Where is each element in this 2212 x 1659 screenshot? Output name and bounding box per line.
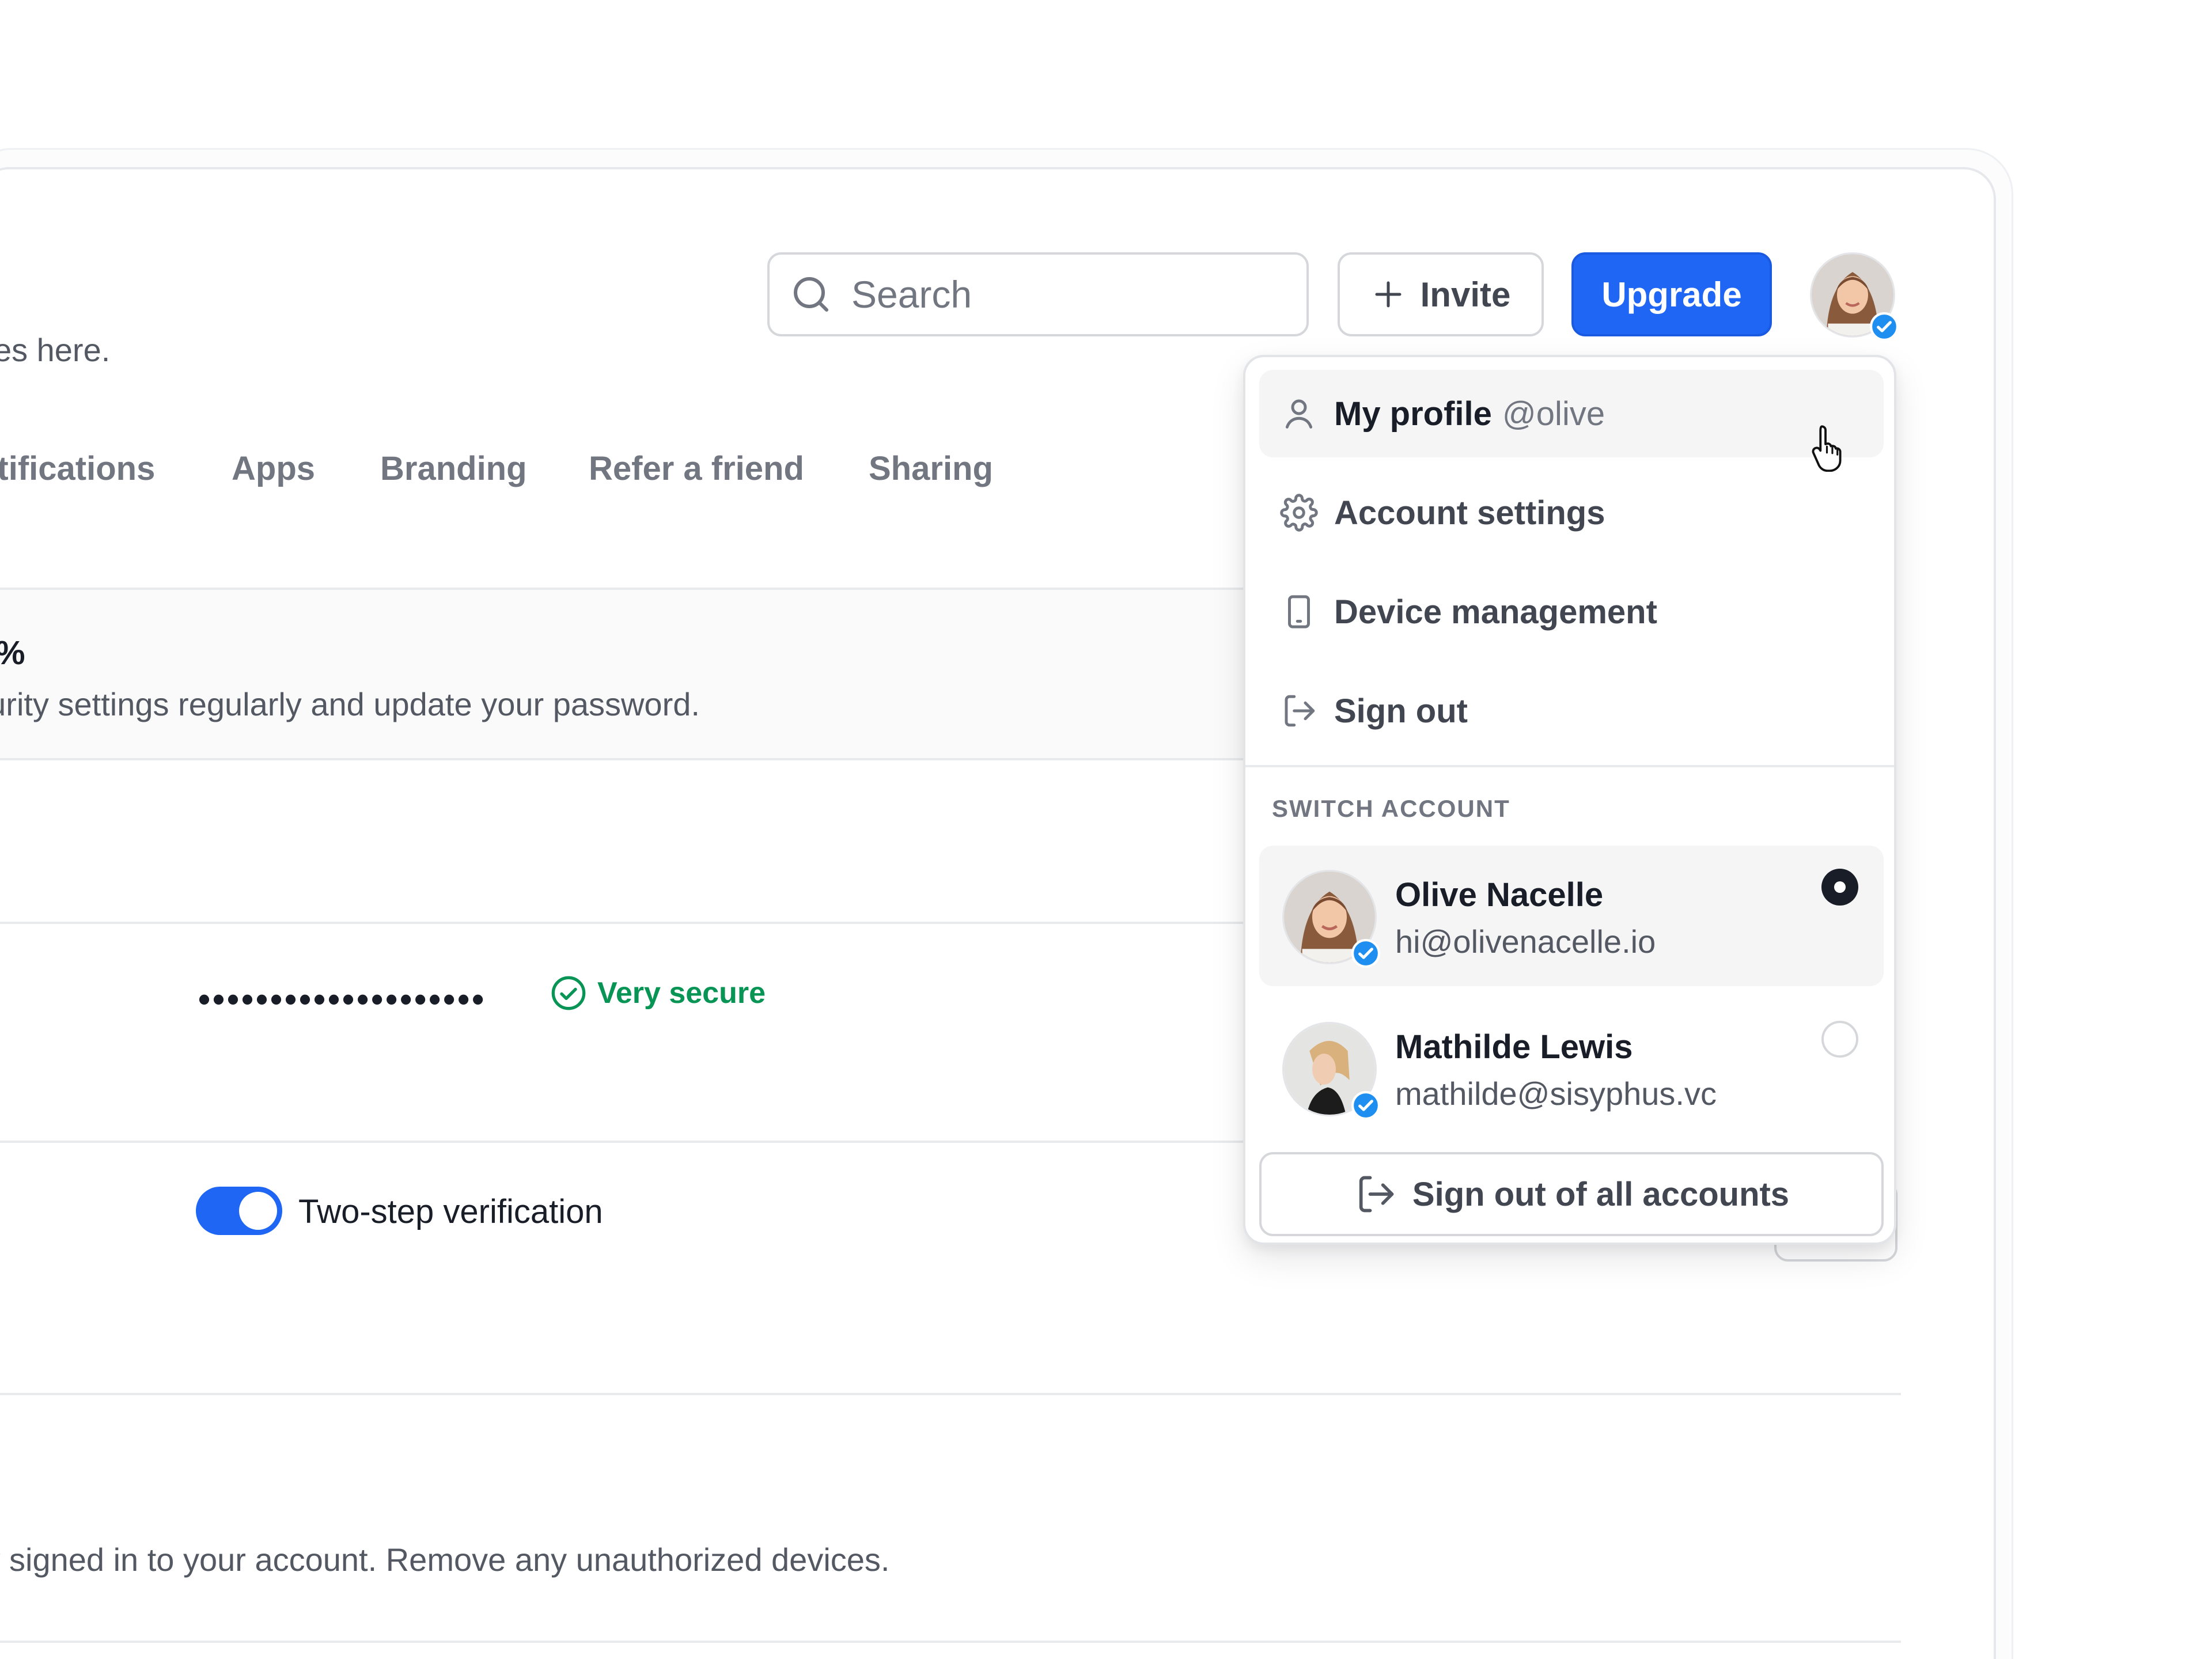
verified-badge-icon	[1351, 1091, 1380, 1120]
divider	[0, 1393, 1901, 1395]
two-step-toggle[interactable]	[196, 1187, 282, 1235]
divider	[0, 1141, 1267, 1143]
password-value: ••••••••••••••••••••	[198, 980, 487, 1018]
account-email: mathilde@sisyphus.vc	[1395, 1075, 1717, 1112]
invite-label: Invite	[1420, 275, 1511, 314]
verified-badge-icon	[1351, 939, 1380, 968]
tab-refer-a-friend[interactable]: Refer a friend	[589, 449, 804, 488]
menu-item-label: Sign out	[1334, 692, 1468, 730]
menu-item-my-profile[interactable]: My profile @olive	[1259, 370, 1884, 457]
devices-description: ly signed in to your account. Remove any…	[0, 1541, 890, 1578]
password-strength-label: Very secure	[597, 976, 766, 1010]
tab-branding[interactable]: Branding	[380, 449, 527, 488]
switch-account-heading: SWITCH ACCOUNT	[1272, 795, 1510, 822]
account-radio-selected[interactable]	[1821, 869, 1858, 906]
verified-badge-icon	[1870, 312, 1899, 341]
toggle-knob	[239, 1192, 277, 1230]
menu-item-label: Device management	[1334, 593, 1657, 631]
tab-sharing[interactable]: Sharing	[869, 449, 993, 488]
account-dropdown: My profile @olive Account settings Devic…	[1243, 355, 1896, 1245]
phone-icon	[1288, 595, 1310, 628]
search-placeholder: Search	[851, 273, 972, 316]
account-option-olive[interactable]: Olive Nacelle hi@olivenacelle.io	[1259, 846, 1884, 986]
menu-divider	[1245, 765, 1894, 767]
account-radio[interactable]	[1821, 1021, 1858, 1058]
account-email: hi@olivenacelle.io	[1395, 923, 1656, 960]
search-icon	[794, 277, 828, 312]
divider	[0, 1641, 1901, 1643]
sign-out-all-button[interactable]: Sign out of all accounts	[1259, 1152, 1884, 1236]
gear-icon	[1280, 494, 1318, 532]
invite-button[interactable]: Invite	[1338, 252, 1544, 336]
account-option-mathilde[interactable]: Mathilde Lewis mathilde@sisyphus.vc	[1259, 998, 1884, 1138]
security-score-hint: ecurity settings regularly and update yo…	[0, 686, 700, 722]
tab-notifications[interactable]: otifications	[0, 449, 155, 488]
account-avatar	[1282, 1022, 1380, 1120]
two-step-label: Two-step verification	[298, 1193, 603, 1230]
menu-item-sign-out[interactable]: Sign out	[1259, 667, 1884, 755]
sign-out-all-label: Sign out of all accounts	[1412, 1175, 1790, 1213]
check-circle-icon	[551, 976, 586, 1010]
menu-item-device-management[interactable]: Device management	[1259, 568, 1884, 656]
upgrade-button[interactable]: Upgrade	[1571, 252, 1772, 336]
divider	[0, 922, 1267, 924]
security-score-banner	[0, 588, 1267, 760]
account-avatar	[1282, 870, 1380, 968]
profile-handle: @olive	[1502, 395, 1605, 433]
user-icon	[1285, 399, 1313, 429]
tab-apps[interactable]: Apps	[232, 449, 315, 488]
security-score-value: %	[0, 634, 25, 672]
account-name: Olive Nacelle	[1395, 876, 1604, 914]
menu-item-label: My profile	[1334, 395, 1492, 433]
menu-item-label: Account settings	[1334, 494, 1605, 532]
log-out-icon	[1285, 695, 1315, 727]
account-name: Mathilde Lewis	[1395, 1028, 1633, 1066]
upgrade-label: Upgrade	[1601, 275, 1742, 314]
menu-item-account-settings[interactable]: Account settings	[1259, 469, 1884, 556]
page-subtitle: rences here.	[0, 332, 111, 368]
password-strength-badge: Very secure	[550, 975, 766, 1012]
avatar-menu-button[interactable]	[1810, 252, 1899, 341]
log-out-icon	[1359, 1176, 1394, 1213]
hand-cursor-icon	[1812, 425, 1842, 472]
search-input[interactable]: Search	[767, 252, 1309, 336]
plus-icon	[1375, 281, 1402, 308]
